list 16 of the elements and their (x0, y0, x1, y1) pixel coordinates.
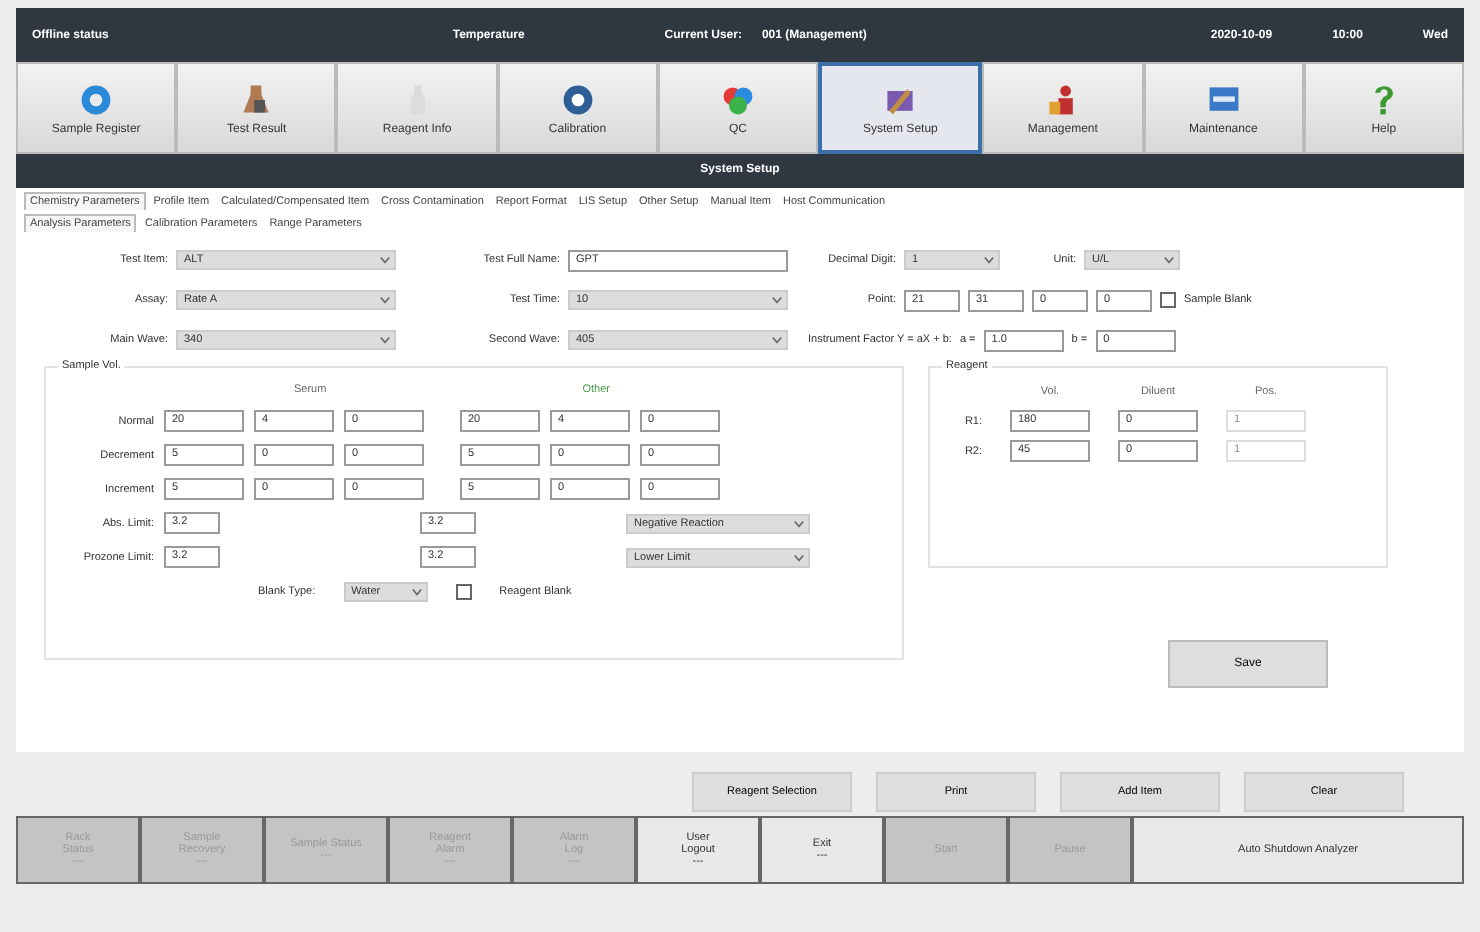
flask-icon (238, 81, 275, 117)
checkbox[interactable] (1160, 292, 1176, 308)
printer-icon (1205, 81, 1242, 117)
caret-icon (794, 519, 804, 527)
disc-icon (559, 81, 596, 117)
caret-icon (380, 296, 390, 304)
caret-icon (772, 296, 782, 304)
caret-icon (380, 256, 390, 264)
caret-icon (1164, 256, 1174, 264)
caret-icon (380, 336, 390, 344)
checkbox[interactable] (455, 583, 472, 599)
caret-icon (772, 336, 782, 344)
circles-icon (719, 81, 756, 117)
caret-icon (794, 553, 804, 561)
caret-icon (984, 256, 994, 264)
caret-icon (411, 587, 422, 595)
